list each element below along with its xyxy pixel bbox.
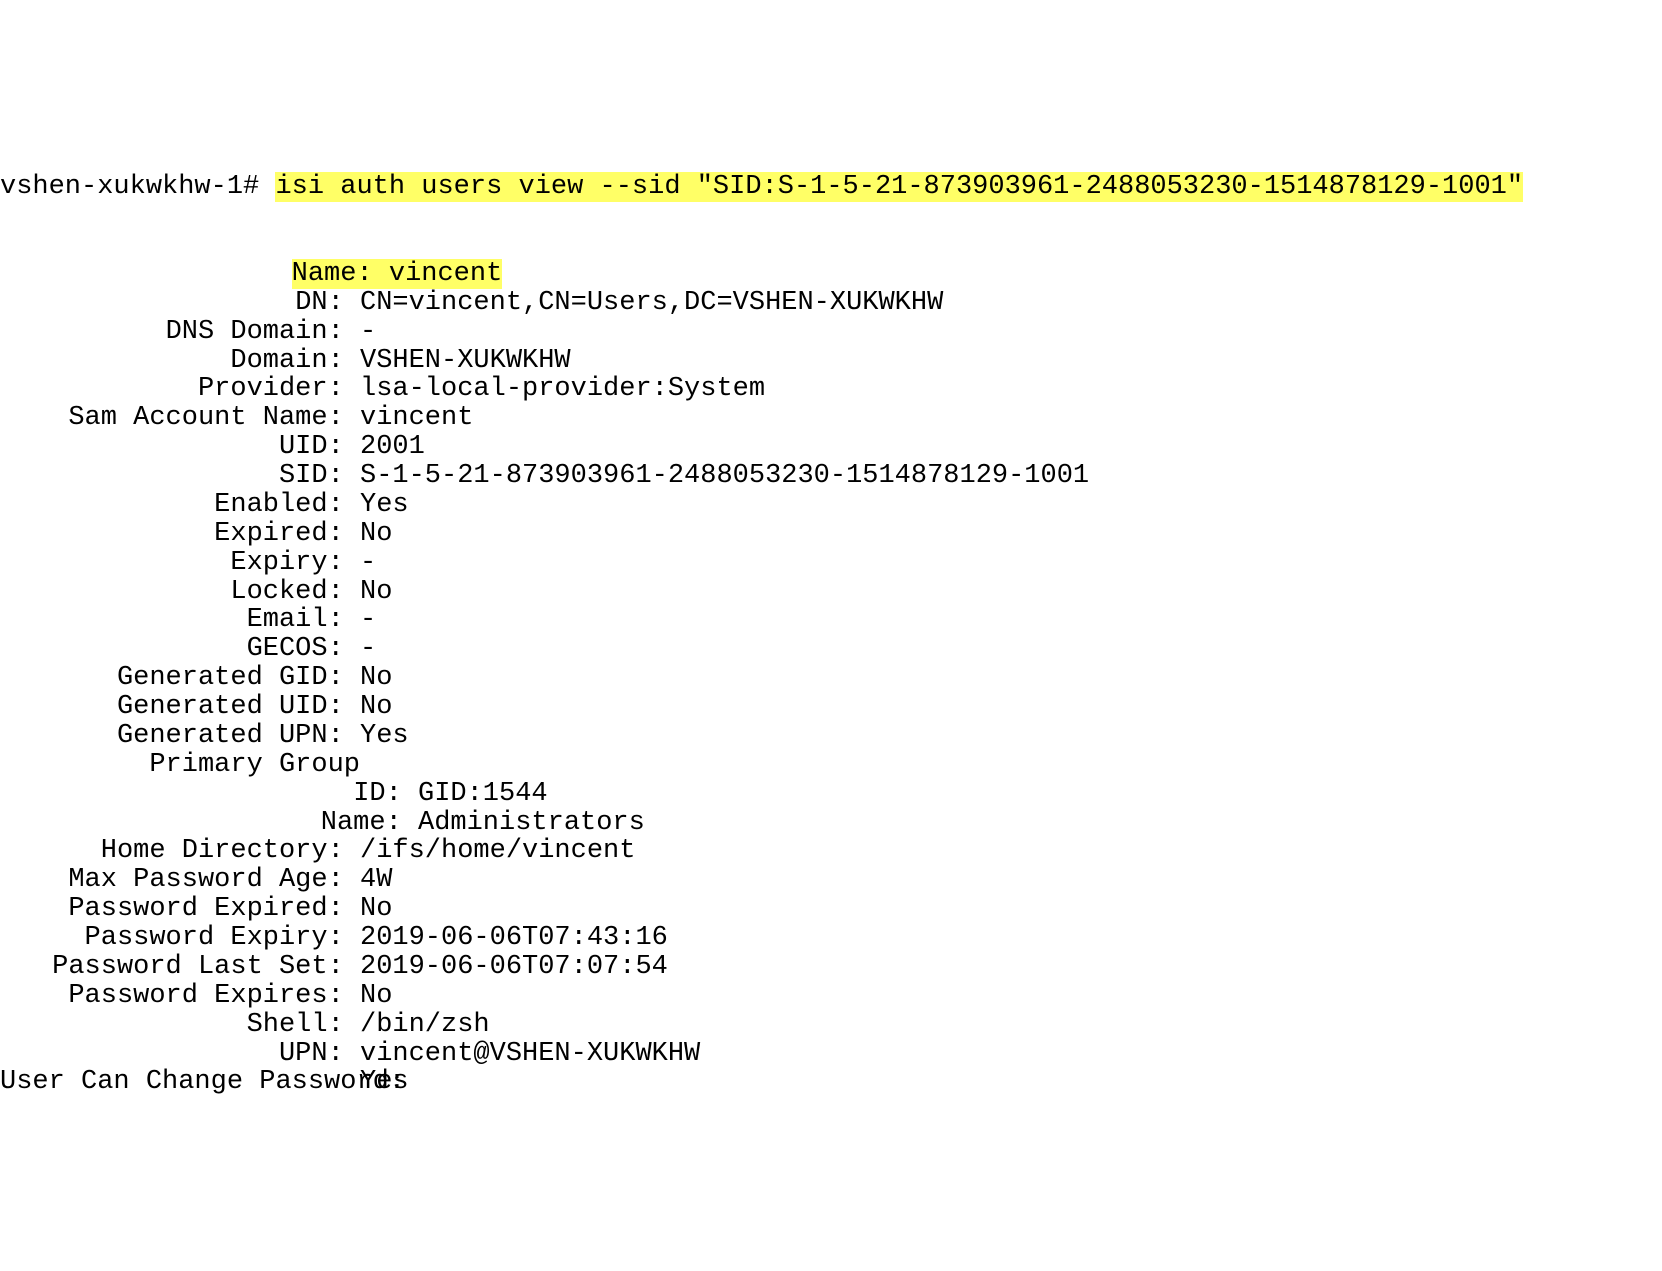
field-value: Yes: [360, 490, 409, 520]
field-label: Sam Account Name:: [0, 404, 360, 433]
field-label: Locked:: [0, 578, 360, 607]
field-label: Email:: [0, 606, 360, 635]
command-text: isi auth users view --sid "SID:S-1-5-21-…: [275, 172, 1523, 202]
field-label: SID:: [0, 462, 360, 491]
field-value: No: [360, 692, 392, 722]
field-value: -: [360, 317, 376, 347]
field-value: No: [360, 981, 392, 1011]
field-label: User Can Change Password:: [0, 1068, 360, 1097]
field-row: Name: vincent: [0, 260, 1662, 289]
field-row: User Can Change Password: Yes: [0, 1068, 1662, 1097]
field-label: Name:: [0, 809, 418, 838]
field-label: Generated GID:: [0, 664, 360, 693]
field-row: Password Expiry: 2019-06-06T07:43:16: [0, 924, 1662, 953]
field-value: GID:1544: [418, 779, 548, 809]
field-row: Provider: lsa-local-provider:System: [0, 375, 1662, 404]
field-value: -: [360, 548, 376, 578]
field-row: Password Last Set: 2019-06-06T07:07:54: [0, 953, 1662, 982]
field-row: Password Expired: No: [0, 895, 1662, 924]
field-row: Primary Group: [0, 751, 1662, 780]
field-row: Shell: /bin/zsh: [0, 1011, 1662, 1040]
field-label: ID:: [0, 780, 418, 809]
field-row: Generated UID: No: [0, 693, 1662, 722]
field-value: vincent@VSHEN-XUKWKHW: [360, 1039, 700, 1069]
field-label: UPN:: [0, 1040, 360, 1069]
field-value: CN=vincent,CN=Users,DC=VSHEN-XUKWKHW: [360, 288, 943, 318]
field-label: Password Expiry:: [0, 924, 360, 953]
field-label: Max Password Age:: [0, 866, 360, 895]
field-row: UPN: vincent@VSHEN-XUKWKHW: [0, 1040, 1662, 1069]
shell-prompt: vshen-xukwkhw-1#: [0, 172, 275, 202]
field-row: Expiry: -: [0, 549, 1662, 578]
field-value: 2019-06-06T07:43:16: [360, 923, 668, 953]
terminal-output: vshen-xukwkhw-1# isi auth users view --s…: [0, 116, 1662, 1127]
field-row: DNS Domain: -: [0, 318, 1662, 347]
field-row: Home Directory: /ifs/home/vincent: [0, 837, 1662, 866]
field-value: No: [360, 519, 392, 549]
field-label: Provider:: [0, 375, 360, 404]
field-label: Generated UID:: [0, 693, 360, 722]
field-value: /bin/zsh: [360, 1010, 490, 1040]
field-value: No: [360, 577, 392, 607]
field-label: GECOS:: [0, 635, 360, 664]
field-row: Email: -: [0, 606, 1662, 635]
field-row: Sam Account Name: vincent: [0, 404, 1662, 433]
field-value: No: [360, 894, 392, 924]
field-row: Password Expires: No: [0, 982, 1662, 1011]
field-value: lsa-local-provider:System: [360, 374, 765, 404]
field-row: Domain: VSHEN-XUKWKHW: [0, 347, 1662, 376]
field-row: Enabled: Yes: [0, 491, 1662, 520]
field-label: Expiry:: [0, 549, 360, 578]
field-value: 2001: [360, 432, 425, 462]
field-label: Expired:: [0, 520, 360, 549]
highlighted-field: Name: vincent: [292, 259, 503, 289]
field-value: No: [360, 663, 392, 693]
command-line: vshen-xukwkhw-1# isi auth users view --s…: [0, 173, 1662, 202]
field-value: Yes: [360, 721, 409, 751]
field-row: Locked: No: [0, 578, 1662, 607]
field-label: Generated UPN:: [0, 722, 360, 751]
field-value: Yes: [360, 1067, 409, 1097]
field-label: UID:: [0, 433, 360, 462]
field-value: S-1-5-21-873903961-2488053230-1514878129…: [360, 461, 1089, 491]
field-label: DN:: [0, 289, 360, 318]
field-label: Enabled:: [0, 491, 360, 520]
field-value: VSHEN-XUKWKHW: [360, 346, 571, 376]
field-value: Administrators: [418, 808, 645, 838]
field-value: /ifs/home/vincent: [360, 836, 635, 866]
field-row: GECOS: -: [0, 635, 1662, 664]
field-label: Password Last Set:: [0, 953, 360, 982]
field-row: DN: CN=vincent,CN=Users,DC=VSHEN-XUKWKHW: [0, 289, 1662, 318]
field-row: Expired: No: [0, 520, 1662, 549]
field-label: Domain:: [0, 347, 360, 376]
field-value: 2019-06-06T07:07:54: [360, 952, 668, 982]
field-label: Primary Group: [0, 751, 360, 780]
field-label: Shell:: [0, 1011, 360, 1040]
field-row: Generated UPN: Yes: [0, 722, 1662, 751]
field-label: DNS Domain:: [0, 318, 360, 347]
user-fields: Name: vincentDN: CN=vincent,CN=Users,DC=…: [0, 260, 1662, 1097]
field-row: Name: Administrators: [0, 809, 1662, 838]
field-value: -: [360, 634, 376, 664]
field-value: vincent: [360, 403, 473, 433]
field-label: Password Expires:: [0, 982, 360, 1011]
field-label: Password Expired:: [0, 895, 360, 924]
field-row: Generated GID: No: [0, 664, 1662, 693]
field-row: UID: 2001: [0, 433, 1662, 462]
field-row: Max Password Age: 4W: [0, 866, 1662, 895]
field-value: 4W: [360, 865, 392, 895]
field-label: Home Directory:: [0, 837, 360, 866]
field-value: -: [360, 605, 376, 635]
field-row: SID: S-1-5-21-873903961-2488053230-15148…: [0, 462, 1662, 491]
field-row: ID: GID:1544: [0, 780, 1662, 809]
